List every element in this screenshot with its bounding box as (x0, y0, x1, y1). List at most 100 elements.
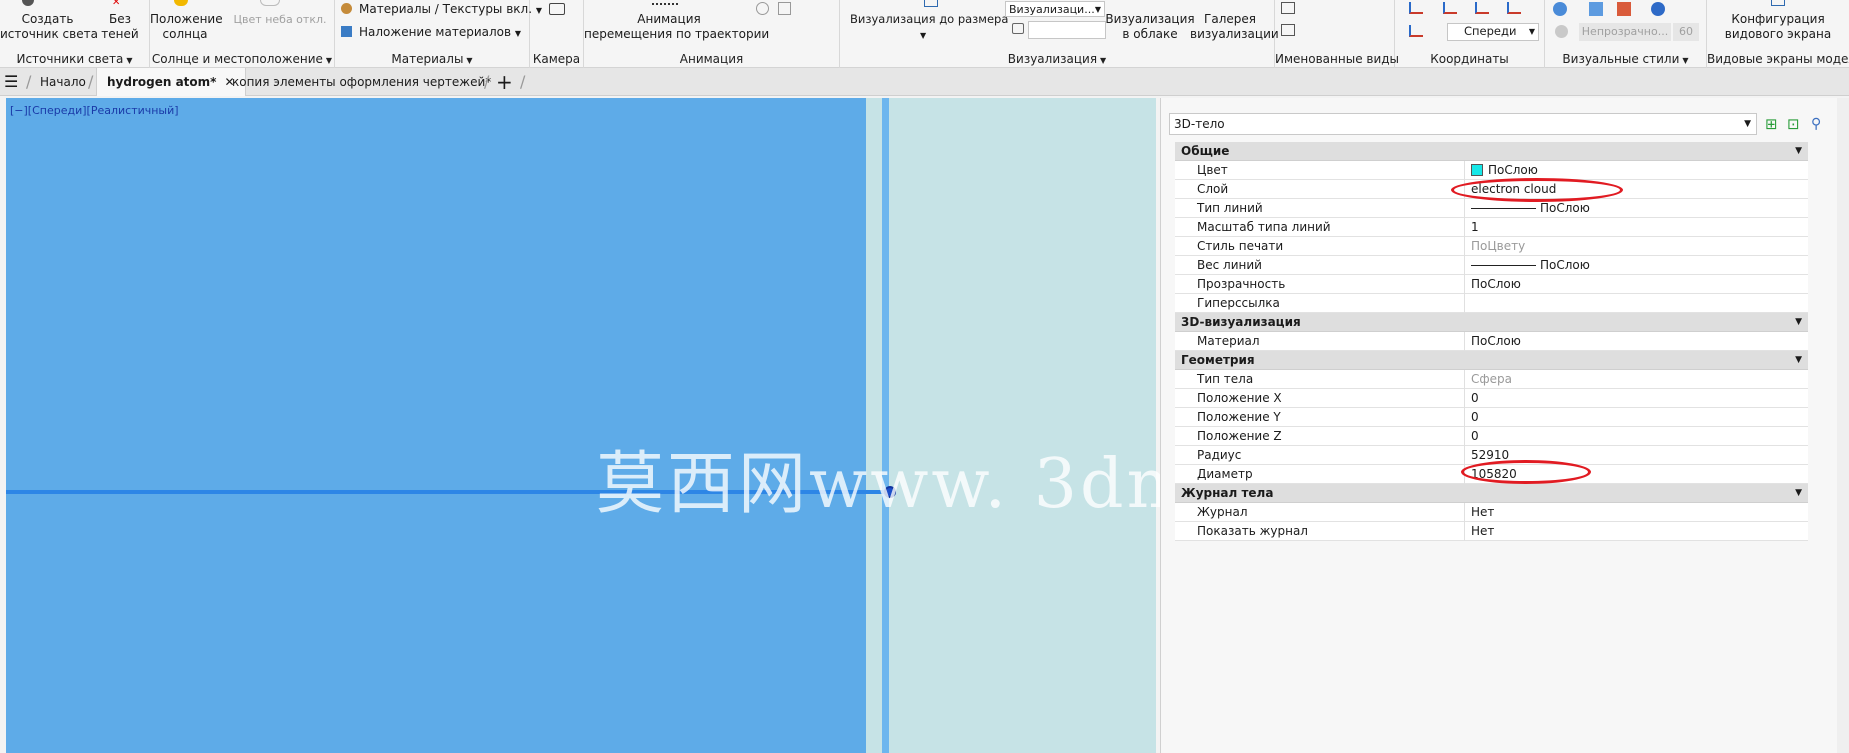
highlight-radius-annotation (1461, 460, 1591, 484)
panel-title-coordinates: Координаты (1430, 52, 1509, 66)
sun-icon (174, 0, 188, 6)
film-icon (652, 0, 678, 5)
quick-select-icon[interactable]: ⚲ (1811, 115, 1829, 133)
render-icon (924, 0, 938, 7)
chevron-down-icon: ▼ (514, 29, 522, 38)
drawing-viewport[interactable]: [−][Спереди][Реалистичный] 莫西网www. 3dmox… (6, 98, 1478, 753)
panel-title-render[interactable]: Визуализация ▼ (840, 52, 1274, 66)
path-animation-button[interactable]: Анимация перемещения по траектории (584, 12, 769, 42)
chevron-down-icon: ▼ (1094, 5, 1101, 14)
render-output-field[interactable] (1028, 21, 1106, 39)
no-shadow-icon: ✕ (112, 0, 121, 8)
ucs-3point-icon[interactable] (1409, 25, 1423, 37)
tab-start[interactable]: Начало (40, 68, 86, 96)
opacity-field[interactable]: Непрозрачно... (1579, 23, 1671, 41)
prop-row-transparency[interactable]: Прозрачность ПоСлою (1175, 275, 1808, 294)
tab-separator: / (26, 72, 32, 91)
shading-icon[interactable] (1617, 2, 1631, 16)
section-solid-history[interactable]: Журнал тела ▼ (1175, 484, 1808, 503)
linetype-preview (1471, 208, 1536, 209)
panel-title-camera: Камера (532, 52, 581, 66)
panel-sun: Положение солнца Цвет неба откл. Солнце … (150, 0, 335, 68)
prop-row-position-z[interactable]: Положение Z0 (1175, 427, 1808, 446)
prop-row-history[interactable]: Журнал Нет (1175, 503, 1808, 522)
tab-hydrogen-atom[interactable]: hydrogen atom* ✕ (96, 68, 246, 96)
ucs-world-icon[interactable] (1443, 2, 1457, 14)
section-3d-visualization[interactable]: 3D-визуализация ▼ (1175, 313, 1808, 332)
visual-style-icon[interactable] (1553, 2, 1567, 16)
no-shadows-button[interactable]: Без теней (100, 12, 140, 42)
prop-row-hyperlink[interactable]: Гиперссылка (1175, 294, 1808, 313)
panel-animation: Анимация перемещения по траектории Анима… (584, 0, 840, 68)
render-gallery-button[interactable]: Галерея визуализации (1190, 12, 1279, 42)
tab-separator: / (484, 72, 490, 91)
vertical-line[interactable] (882, 98, 889, 753)
panel-title-visual-styles[interactable]: Визуальные стили ▼ (1545, 52, 1706, 66)
panel-title-lights[interactable]: Источники света ▼ (0, 52, 149, 66)
properties-palette: 3D-тело ▼ ⊞ ⊡ ⚲ Общие ▼ Цвет ПоСлою Слой ele… (1160, 98, 1849, 753)
panel-title-sun[interactable]: Солнце и местоположение ▼ (150, 52, 334, 66)
prop-row-ltscale[interactable]: Масштаб типа линий 1 (1175, 218, 1808, 237)
panel-materials: Материалы / Текстуры вкл. ▼ Наложение ма… (335, 0, 542, 68)
new-tab-button[interactable]: + (496, 68, 513, 96)
materials-textures-button[interactable]: Материалы / Текстуры вкл. ▼ (359, 2, 542, 18)
view-manager-icon[interactable] (1281, 2, 1295, 14)
prop-row-material[interactable]: Материал ПоСлою (1175, 332, 1808, 351)
ucs-icon[interactable] (1409, 2, 1423, 14)
prop-row-color[interactable]: Цвет ПоСлою (1175, 161, 1808, 180)
create-light-button[interactable]: Создать источник света (0, 12, 98, 42)
sky-icon (260, 0, 280, 6)
panel-title-animation: Анимация (679, 52, 744, 66)
material-mapping-icon (341, 26, 352, 37)
collapse-icon: ▼ (1795, 355, 1802, 365)
sky-off-button[interactable]: Цвет неба откл. (230, 12, 330, 27)
object-type-select[interactable]: 3D-тело ▼ (1169, 113, 1757, 135)
opacity-value[interactable]: 60 (1673, 23, 1699, 41)
select-objects-icon[interactable]: ⊡ (1787, 115, 1805, 133)
panel-title-named-views: Именованные виды (1275, 52, 1400, 66)
chevron-down-icon[interactable]: ▼ (920, 28, 926, 43)
prop-row-plotstyle[interactable]: Стиль печати ПоЦвету (1175, 237, 1808, 256)
viewport-config-button[interactable]: Конфигурация видового экрана (1707, 12, 1849, 42)
prop-row-position-x[interactable]: Положение X0 (1175, 389, 1808, 408)
sphere-icon[interactable] (1651, 2, 1665, 16)
ucs-z-icon[interactable] (1507, 2, 1521, 14)
chevron-down-icon: ▼ (1528, 27, 1535, 36)
radio-icon[interactable] (756, 2, 769, 15)
viewport-controls-label[interactable]: [−][Спереди][Реалистичный] (10, 104, 179, 117)
panel-lights: Создать источник света ✕ Без теней Источ… (0, 0, 150, 68)
panel-title-model-viewports: Видовые экраны модели (1707, 52, 1849, 66)
file-tabs: ☰ / Начало / hydrogen atom* ✕ копия элеме… (0, 68, 1849, 96)
prop-row-position-y[interactable]: Положение Y0 (1175, 408, 1808, 427)
new-view-icon[interactable] (1281, 24, 1295, 36)
panel-named-views: Именованные виды (1275, 0, 1400, 68)
viewport-config-icon (1771, 0, 1785, 6)
prop-row-solid-type[interactable]: Тип тела Сфера (1175, 370, 1808, 389)
panel-visual-styles: Непрозрачно... 60 Визуальные стили ▼ (1545, 0, 1707, 68)
camera-icon[interactable] (549, 3, 565, 15)
section-general[interactable]: Общие ▼ (1175, 142, 1808, 161)
sun-position-button[interactable]: Положение солнца (150, 12, 223, 42)
ucs-view-select[interactable]: Спереди ▼ (1447, 23, 1539, 41)
prop-row-linetype[interactable]: Тип линий ПоСлою (1175, 199, 1808, 218)
panel-title-materials[interactable]: Материалы ▼ (335, 52, 529, 66)
xray-icon[interactable] (1555, 25, 1568, 38)
render-to-size-button[interactable]: Визуализация до размера (850, 12, 1008, 27)
teapot-icon[interactable] (1012, 23, 1024, 34)
menu-icon[interactable]: ☰ (4, 68, 18, 96)
prop-row-show-history[interactable]: Показать журнал Нет (1175, 522, 1808, 541)
panel-camera: Камера (530, 0, 584, 68)
prop-row-lineweight[interactable]: Вес линий ПоСлою (1175, 256, 1808, 275)
section-geometry[interactable]: Геометрия ▼ (1175, 351, 1808, 370)
render-preset-select[interactable]: Визуализаци... ▼ (1005, 1, 1105, 17)
cube-icon[interactable] (1589, 2, 1603, 16)
cloud-render-button[interactable]: Визуализация в облаке (1105, 12, 1195, 42)
tab-separator: / (88, 72, 94, 91)
tab-drawing-elements[interactable]: копия элементы оформления чертежей* (232, 68, 491, 96)
checkbox-icon[interactable] (778, 2, 791, 15)
palette-scrollbar[interactable] (1837, 98, 1849, 753)
ucs-origin-icon[interactable] (1475, 2, 1489, 14)
toggle-pickadd-icon[interactable]: ⊞ (1765, 115, 1783, 133)
material-mapping-button[interactable]: Наложение материалов ▼ (359, 25, 521, 41)
electron-cloud-sphere[interactable] (6, 98, 866, 753)
